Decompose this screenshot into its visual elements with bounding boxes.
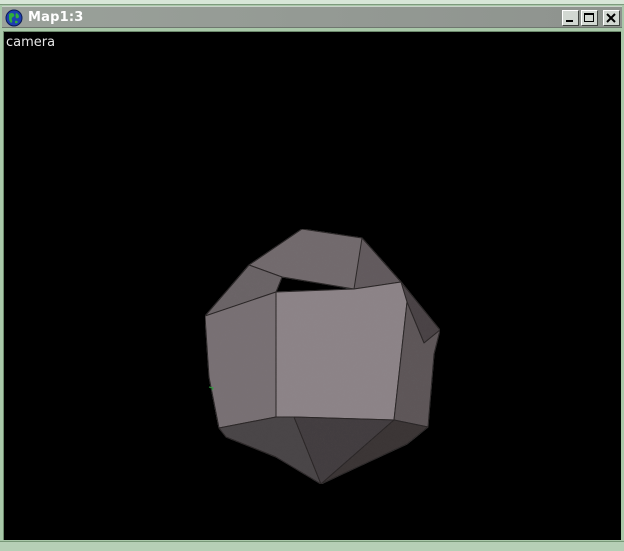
close-icon <box>606 13 616 23</box>
maximize-icon <box>584 13 594 22</box>
maximize-button[interactable] <box>581 10 598 26</box>
globe-icon[interactable] <box>5 9 23 27</box>
window-top-strip <box>0 0 624 5</box>
close-button[interactable] <box>603 10 620 26</box>
window-bottom-edge <box>0 541 624 551</box>
rock-object[interactable] <box>4 32 621 540</box>
map-window: Map1:3 camera <box>0 0 624 551</box>
3d-viewport[interactable]: camera <box>3 31 621 540</box>
title-bar[interactable]: Map1:3 <box>2 6 622 28</box>
window-title: Map1:3 <box>28 10 84 25</box>
minimize-button[interactable] <box>562 10 579 26</box>
minimize-icon <box>566 20 573 22</box>
